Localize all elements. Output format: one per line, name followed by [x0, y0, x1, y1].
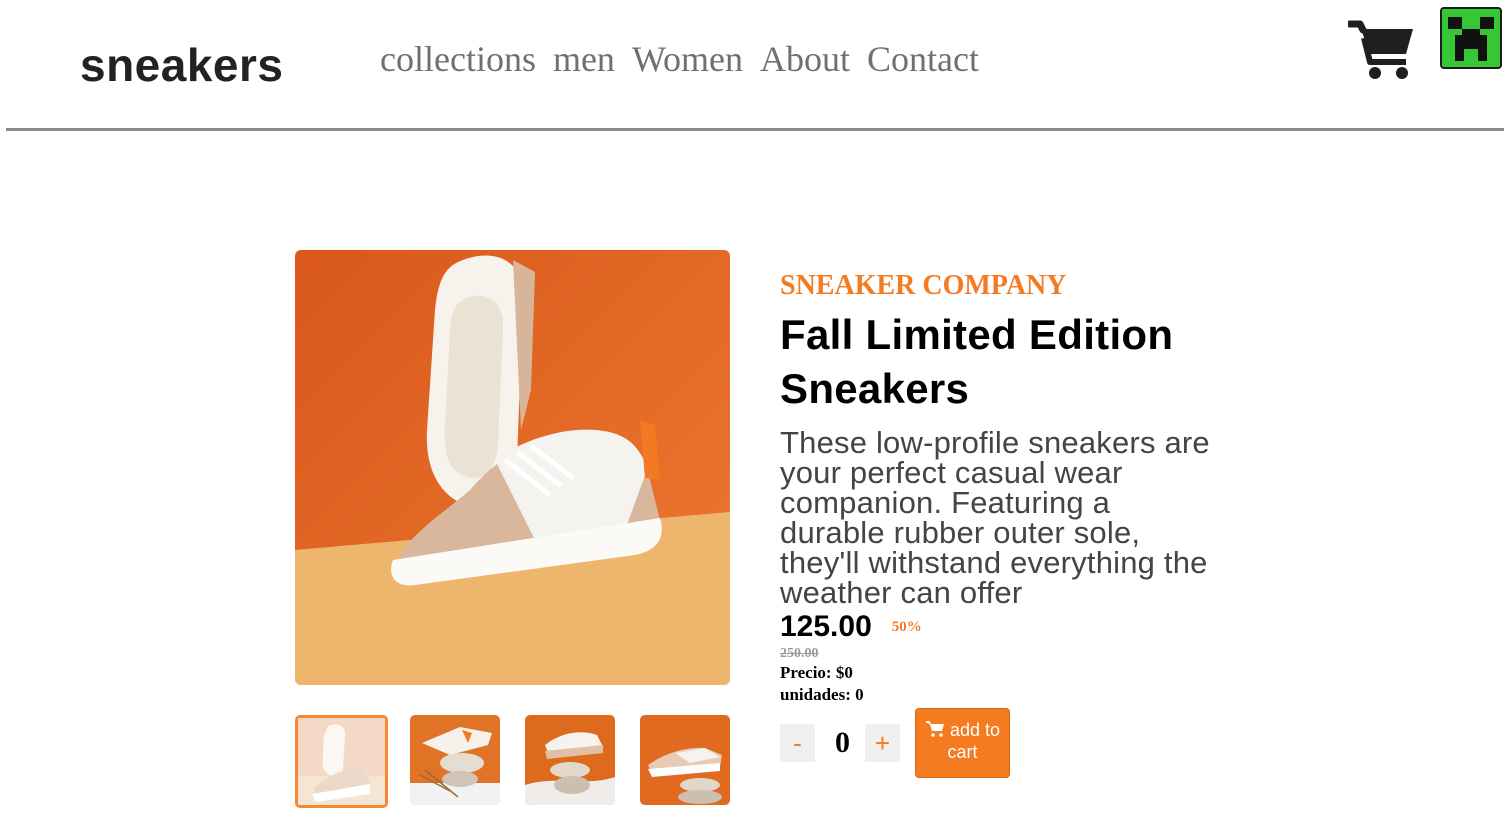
creeper-avatar-icon	[1442, 9, 1500, 67]
header-divider	[6, 128, 1504, 131]
nav-men[interactable]: men	[553, 38, 615, 80]
discount-badge: 50%	[891, 618, 922, 635]
thumbnail-1[interactable]	[295, 715, 388, 808]
current-price: 125.00	[780, 610, 872, 643]
price-row: 125.00 50%	[780, 610, 1220, 644]
nav-about[interactable]: About	[760, 38, 850, 80]
product-info: SNEAKER COMPANY Fall Limited Edition Sne…	[780, 270, 1220, 706]
nav-women[interactable]: Women	[632, 38, 743, 80]
precio-label: Precio: $0	[780, 663, 853, 682]
product-title: Fall Limited Edition Sneakers	[780, 311, 1174, 412]
nav-collections[interactable]: collections	[380, 38, 536, 80]
thumbnail-2[interactable]	[410, 715, 500, 805]
increment-button[interactable]: +	[865, 724, 900, 762]
product-description: These low-profile sneakers are your perf…	[780, 425, 1210, 610]
decrement-button[interactable]: -	[780, 724, 815, 762]
add-to-cart-button[interactable]: add to cart	[915, 708, 1010, 778]
company-name: SNEAKER COMPANY	[780, 270, 1067, 301]
thumbnail-4[interactable]	[640, 715, 730, 805]
main-nav: collections men Women About Contact	[380, 38, 979, 80]
thumbnail-3[interactable]	[525, 715, 615, 805]
cart-small-icon	[925, 721, 944, 737]
main-product-image[interactable]	[295, 250, 730, 685]
unidades-label: unidades: 0	[780, 685, 864, 704]
user-avatar[interactable]	[1440, 7, 1502, 69]
quantity-value: 0	[835, 726, 850, 759]
add-to-cart-label: add to cart	[947, 720, 1001, 762]
nav-contact[interactable]: Contact	[867, 38, 979, 80]
site-header: sneakers collections men Women About Con…	[0, 0, 1511, 131]
logo[interactable]: sneakers	[80, 38, 284, 92]
shopping-cart-icon[interactable]	[1348, 18, 1416, 82]
original-price: 250.00	[780, 646, 819, 661]
